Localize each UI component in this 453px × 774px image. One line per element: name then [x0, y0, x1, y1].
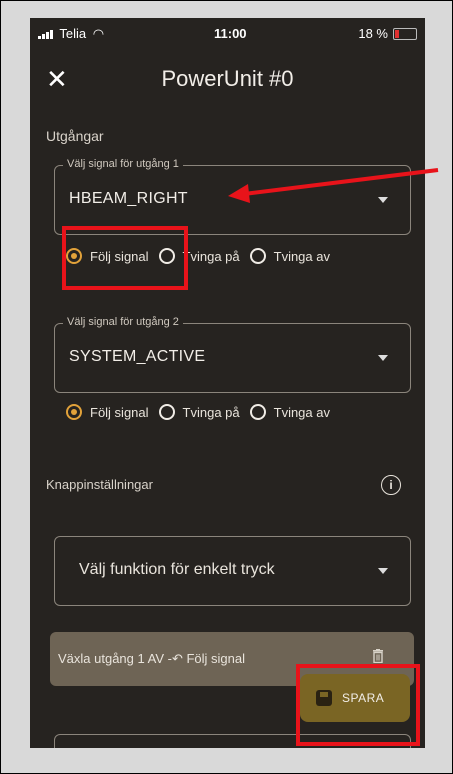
annotation-arrow-icon: [228, 168, 439, 203]
